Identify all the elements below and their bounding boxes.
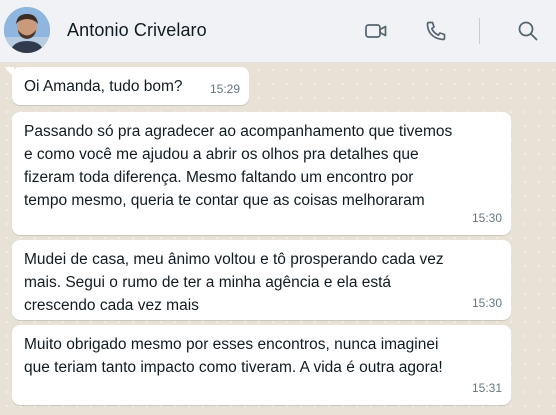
video-call-icon[interactable] (364, 19, 388, 43)
message-bubble[interactable]: Muito obrigado mesmo por esses encontros… (12, 325, 511, 405)
message-text: Passando só pra agradecer ao acompanhame… (24, 123, 453, 209)
avatar[interactable] (4, 7, 50, 53)
message-text: Mudei de casa, meu ânimo voltou e tô pro… (24, 251, 444, 314)
search-icon[interactable] (516, 19, 540, 43)
message-text: Muito obrigado mesmo por esses encontros… (24, 336, 443, 376)
bubble-tail (5, 67, 14, 78)
message-bubble[interactable]: Passando só pra agradecer ao acompanhame… (12, 112, 511, 235)
message-timestamp: 15:30 (471, 296, 502, 310)
message-text: Oi Amanda, tudo bom? (24, 78, 183, 95)
chat-header: Antonio Crivelaro (0, 0, 556, 63)
message-bubble[interactable]: Mudei de casa, meu ânimo voltou e tô pro… (12, 240, 511, 320)
message-timestamp: 15:30 (471, 211, 502, 225)
header-divider (479, 18, 480, 44)
message-list[interactable]: Oi Amanda, tudo bom? 15:29 Passando só p… (0, 63, 556, 415)
contact-name[interactable]: Antonio Crivelaro (67, 20, 207, 41)
message-timestamp: 15:29 (209, 82, 240, 96)
message-timestamp: 15:31 (471, 381, 502, 395)
voice-call-icon[interactable] (424, 19, 448, 43)
message-bubble[interactable]: Oi Amanda, tudo bom? 15:29 (5, 67, 249, 105)
